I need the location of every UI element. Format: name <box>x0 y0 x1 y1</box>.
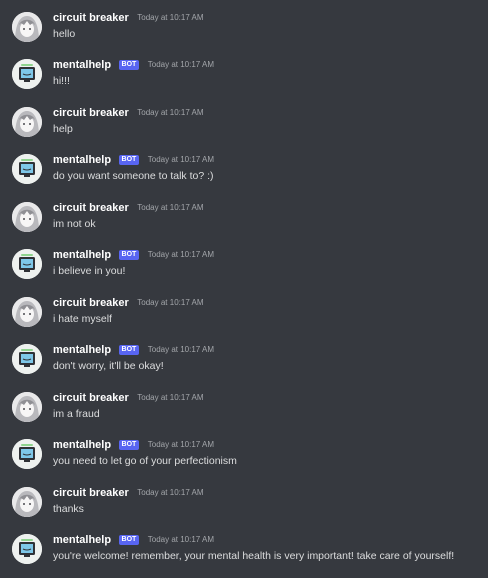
message-text: don't worry, it'll be okay! <box>53 360 164 372</box>
message-author[interactable]: circuit breaker <box>53 297 129 309</box>
monitor-face-avatar-icon[interactable] <box>12 249 42 279</box>
monitor-face-avatar-icon[interactable] <box>12 154 42 184</box>
monitor-face-avatar-icon[interactable] <box>12 344 42 374</box>
message-item: mentalhelp BOT Today at 10:17 AM hi!!! <box>0 57 488 103</box>
message-text: you're welcome! remember, your mental he… <box>53 550 455 562</box>
message-item: mentalhelp BOT Today at 10:17 AM you're … <box>0 532 488 578</box>
monitor-face-avatar-icon[interactable] <box>12 439 42 469</box>
message-timestamp: Today at 10:17 AM <box>147 60 215 69</box>
bot-badge: BOT <box>118 535 140 545</box>
bot-badge: BOT <box>118 155 140 165</box>
message-author[interactable]: mentalhelp <box>53 344 111 356</box>
message-item: circuit breaker Today at 10:17 AM im a f… <box>0 390 488 436</box>
bot-badge: BOT <box>118 440 140 450</box>
message-timestamp: Today at 10:17 AM <box>147 250 215 259</box>
anime-girl-avatar-icon[interactable] <box>12 297 42 327</box>
message-text: help <box>53 123 73 135</box>
anime-girl-avatar-icon[interactable] <box>12 12 42 42</box>
message-item: mentalhelp BOT Today at 10:17 AM do you … <box>0 152 488 198</box>
message-item: circuit breaker Today at 10:17 AM i hate… <box>0 295 488 341</box>
message-author[interactable]: circuit breaker <box>53 12 129 24</box>
message-timestamp: Today at 10:17 AM <box>137 488 204 497</box>
anime-girl-avatar-icon[interactable] <box>12 392 42 422</box>
message-item: circuit breaker Today at 10:17 AM im not… <box>0 200 488 246</box>
message-item: mentalhelp BOT Today at 10:17 AM you nee… <box>0 437 488 483</box>
message-text: i believe in you! <box>53 265 126 277</box>
chat-log: circuit breaker Today at 10:17 AM hello … <box>0 0 488 573</box>
message-text: thanks <box>53 503 84 515</box>
message-author[interactable]: mentalhelp <box>53 439 111 451</box>
message-item: mentalhelp BOT Today at 10:17 AM i belie… <box>0 247 488 293</box>
message-text: im a fraud <box>53 408 100 420</box>
message-item: mentalhelp BOT Today at 10:17 AM don't w… <box>0 342 488 388</box>
bot-badge: BOT <box>118 250 140 260</box>
monitor-face-avatar-icon[interactable] <box>12 59 42 89</box>
message-timestamp: Today at 10:17 AM <box>147 535 215 544</box>
bot-badge: BOT <box>118 345 140 355</box>
message-timestamp: Today at 10:17 AM <box>137 108 204 117</box>
message-text: hello <box>53 28 76 40</box>
anime-girl-avatar-icon[interactable] <box>12 107 42 137</box>
monitor-face-avatar-icon[interactable] <box>12 534 42 564</box>
message-text: im not ok <box>53 218 96 230</box>
message-item: circuit breaker Today at 10:17 AM help <box>0 105 488 151</box>
message-author[interactable]: circuit breaker <box>53 202 129 214</box>
anime-girl-avatar-icon[interactable] <box>12 202 42 232</box>
message-author[interactable]: mentalhelp <box>53 249 111 261</box>
message-item: circuit breaker Today at 10:17 AM hello <box>0 10 488 56</box>
message-text: i hate myself <box>53 313 112 325</box>
message-author[interactable]: mentalhelp <box>53 59 111 71</box>
message-author[interactable]: circuit breaker <box>53 107 129 119</box>
message-author[interactable]: circuit breaker <box>53 487 129 499</box>
message-timestamp: Today at 10:17 AM <box>147 155 215 164</box>
message-timestamp: Today at 10:17 AM <box>137 13 204 22</box>
message-timestamp: Today at 10:17 AM <box>137 203 204 212</box>
message-timestamp: Today at 10:17 AM <box>147 440 215 449</box>
message-text: you need to let go of your perfectionism <box>53 455 237 467</box>
bot-badge: BOT <box>118 60 140 70</box>
message-author[interactable]: mentalhelp <box>53 534 111 546</box>
message-timestamp: Today at 10:17 AM <box>137 393 204 402</box>
message-text: hi!!! <box>53 75 70 87</box>
anime-girl-avatar-icon[interactable] <box>12 487 42 517</box>
message-timestamp: Today at 10:17 AM <box>147 345 215 354</box>
message-text: do you want someone to talk to? :) <box>53 170 214 182</box>
message-timestamp: Today at 10:17 AM <box>137 298 204 307</box>
message-item: circuit breaker Today at 10:17 AM thanks <box>0 485 488 531</box>
message-author[interactable]: mentalhelp <box>53 154 111 166</box>
message-author[interactable]: circuit breaker <box>53 392 129 404</box>
